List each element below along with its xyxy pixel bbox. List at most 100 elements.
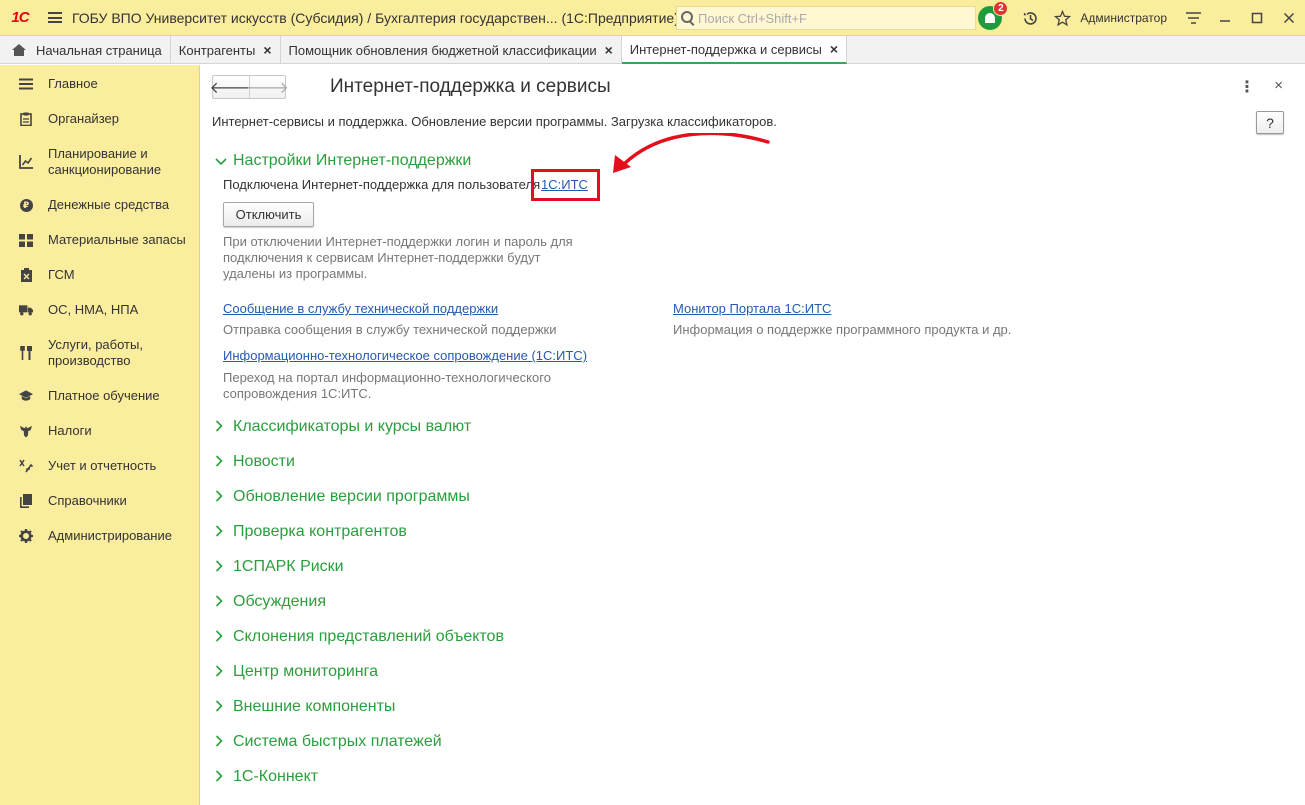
menu-icon bbox=[19, 77, 33, 91]
tab-label: Интернет-поддержка и сервисы bbox=[629, 41, 822, 57]
graduation-cap-icon bbox=[19, 389, 33, 403]
section-1c-connect[interactable]: 1С-Коннект bbox=[215, 768, 318, 786]
sidebar-item-fuel[interactable]: ГСМ bbox=[0, 267, 199, 283]
ruble-coin-icon: ₽ bbox=[19, 198, 33, 212]
close-tab-icon[interactable]: × bbox=[605, 42, 613, 58]
section-counterparty-check[interactable]: Проверка контрагентов bbox=[215, 523, 407, 541]
sidebar-item-label: Материальные запасы bbox=[48, 232, 186, 247]
sidebar-item-taxes[interactable]: Налоги bbox=[0, 423, 199, 439]
tab-classification-update[interactable]: Помощник обновления бюджетной классифика… bbox=[281, 36, 622, 64]
app-logo[interactable]: 1С bbox=[0, 0, 40, 36]
support-message-link[interactable]: Сообщение в службу технической поддержки bbox=[223, 301, 498, 316]
section-title: Новости bbox=[233, 453, 295, 470]
open-tabs-bar: Начальная страница Контрагенты × Помощни… bbox=[0, 36, 1305, 64]
sidebar-item-main[interactable]: Главное bbox=[0, 76, 199, 92]
main-menu-icon[interactable] bbox=[40, 0, 70, 36]
chevron-right-icon bbox=[215, 664, 233, 680]
sidebar-item-label: Услуги, работы, производство bbox=[48, 337, 143, 368]
tools-icon bbox=[19, 346, 33, 360]
history-icon[interactable] bbox=[1014, 0, 1046, 36]
tab-internet-support[interactable]: Интернет-поддержка и сервисы × bbox=[621, 36, 847, 64]
chevron-right-icon bbox=[215, 594, 233, 610]
section-spark-risks[interactable]: 1СПАРК Риски bbox=[215, 558, 344, 576]
minimize-icon[interactable] bbox=[1209, 0, 1241, 36]
its-support-link[interactable]: Информационно-технологическое сопровожде… bbox=[223, 348, 587, 363]
section-external-components[interactable]: Внешние компоненты bbox=[215, 698, 395, 716]
close-window-icon[interactable] bbox=[1273, 0, 1305, 36]
sidebar-item-accounting[interactable]: Учет и отчетность bbox=[0, 458, 199, 474]
title-bar: 1С ГОБУ ВПО Университет искусств (Субсид… bbox=[0, 0, 1305, 36]
section-program-update[interactable]: Обновление версии программы bbox=[215, 488, 470, 506]
annotation-arrow bbox=[613, 133, 770, 173]
sidebar-item-paid-education[interactable]: Платное обучение bbox=[0, 388, 199, 404]
section-fast-payments[interactable]: Система быстрых платежей bbox=[215, 733, 442, 751]
its-portal-monitor-link[interactable]: Монитор Портала 1С:ИТС bbox=[673, 301, 831, 316]
settings-menu-icon[interactable] bbox=[1177, 0, 1209, 36]
link-description: Информация о поддержке программного прод… bbox=[673, 322, 1012, 337]
close-form-icon[interactable]: × bbox=[1274, 77, 1283, 94]
tab-label: Начальная страница bbox=[36, 42, 162, 58]
directory-icon bbox=[19, 494, 33, 508]
sidebar-item-fixed-assets[interactable]: ОС, НМА, НПА bbox=[0, 302, 199, 318]
sidebar-item-label: Планирование и санкционирование bbox=[48, 146, 162, 177]
chevron-right-icon bbox=[215, 419, 233, 435]
section-title: Настройки Интернет-поддержки bbox=[233, 152, 472, 169]
sections-sidebar: Главное Органайзер Планирование и санкци… bbox=[0, 65, 200, 805]
sidebar-item-directories[interactable]: Справочники bbox=[0, 493, 199, 509]
eagle-emblem-icon bbox=[19, 424, 33, 438]
link-description: Отправка сообщения в службу технической … bbox=[223, 322, 557, 337]
sidebar-item-label: Администрирование bbox=[48, 528, 172, 543]
section-classifiers[interactable]: Классификаторы и курсы валют bbox=[215, 418, 471, 436]
fuel-can-icon bbox=[19, 268, 33, 282]
section-title: Классификаторы и курсы валют bbox=[233, 418, 472, 435]
sidebar-item-administration[interactable]: Администрирование bbox=[0, 528, 199, 544]
close-tab-icon[interactable]: × bbox=[263, 42, 271, 58]
current-user[interactable]: Администратор bbox=[1078, 11, 1177, 25]
sidebar-item-planning[interactable]: Планирование и санкционирование bbox=[0, 146, 199, 178]
search-input[interactable] bbox=[698, 10, 968, 26]
sidebar-item-label: Учет и отчетность bbox=[48, 458, 157, 473]
sidebar-item-inventory[interactable]: Материальные запасы bbox=[0, 232, 199, 248]
truck-icon bbox=[19, 303, 33, 317]
chevron-right-icon bbox=[215, 769, 233, 785]
forward-arrow-icon[interactable]: 🡒 bbox=[246, 76, 289, 98]
favorites-star-icon[interactable] bbox=[1046, 0, 1078, 36]
section-discussions[interactable]: Обсуждения bbox=[215, 593, 326, 611]
tab-counterparties[interactable]: Контрагенты × bbox=[171, 36, 281, 64]
maximize-icon[interactable] bbox=[1241, 0, 1273, 36]
tab-home[interactable]: Начальная страница bbox=[0, 36, 171, 64]
link-description: Переход на портал информационно-технолог… bbox=[223, 370, 551, 401]
sidebar-item-label: Налоги bbox=[48, 423, 92, 438]
close-tab-icon[interactable]: × bbox=[830, 41, 838, 57]
section-title: Система быстрых платежей bbox=[233, 733, 442, 750]
section-internet-support-settings[interactable]: Настройки Интернет-поддержки bbox=[215, 152, 471, 170]
sidebar-item-organizer[interactable]: Органайзер bbox=[0, 111, 199, 127]
tab-label: Контрагенты bbox=[178, 42, 256, 58]
global-search[interactable] bbox=[676, 6, 976, 30]
notifications-bell-icon[interactable]: 2 bbox=[978, 1, 1009, 30]
sidebar-item-label: ОС, НМА, НПА bbox=[48, 302, 139, 317]
sidebar-item-label: Главное bbox=[48, 76, 98, 91]
chevron-right-icon bbox=[215, 454, 233, 470]
help-button[interactable]: ? bbox=[1256, 111, 1284, 134]
tab-label: Помощник обновления бюджетной классифика… bbox=[288, 42, 597, 58]
chevron-right-icon bbox=[215, 699, 233, 715]
notifications-badge: 2 bbox=[993, 1, 1009, 16]
more-actions-icon[interactable]: ⋮ bbox=[1239, 77, 1255, 97]
form-description: Интернет-сервисы и поддержка. Обновление… bbox=[212, 114, 777, 129]
sidebar-item-cash[interactable]: ₽ Денежные средства bbox=[0, 197, 199, 213]
section-title: Внешние компоненты bbox=[233, 698, 396, 715]
chevron-right-icon bbox=[215, 734, 233, 750]
back-arrow-icon[interactable]: 🡐 bbox=[210, 76, 253, 98]
section-news[interactable]: Новости bbox=[215, 453, 295, 471]
section-title: Проверка контрагентов bbox=[233, 523, 407, 540]
disconnect-button[interactable]: Отключить bbox=[223, 202, 314, 227]
chevron-right-icon bbox=[215, 559, 233, 575]
chevron-down-icon bbox=[215, 154, 233, 169]
section-declensions[interactable]: Склонения представлений объектов bbox=[215, 628, 504, 646]
section-title: 1С-Коннект bbox=[233, 768, 319, 785]
sidebar-item-services[interactable]: Услуги, работы, производство bbox=[0, 337, 199, 369]
section-monitoring-center[interactable]: Центр мониторинга bbox=[215, 663, 378, 681]
section-title: Обсуждения bbox=[233, 593, 326, 610]
annotation-highlight-box bbox=[531, 169, 600, 201]
